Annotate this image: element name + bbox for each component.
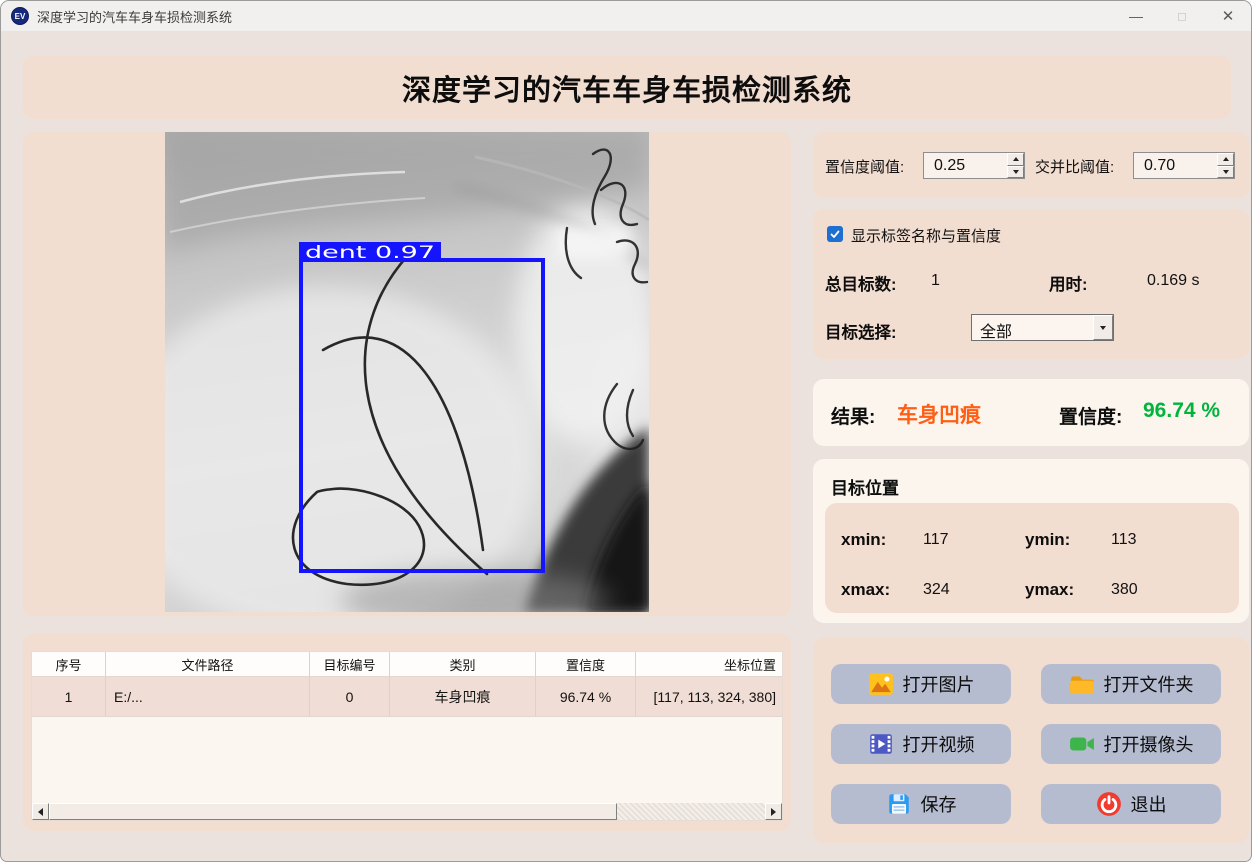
button-label: 退出: [1130, 795, 1167, 815]
xmin-value: 117: [923, 531, 949, 548]
ymax-label: ymax:: [1025, 580, 1075, 599]
app-window: EV 深度学习的汽车车身车损检测系统 — ◻ ✕ 深度学习的汽车车身车损检测系统: [0, 0, 1252, 862]
page-title: 深度学习的汽车车身车损检测系统: [401, 74, 852, 107]
scrollbar-track[interactable]: [49, 803, 765, 820]
detection-label: dent 0.97: [305, 243, 435, 263]
iou-threshold-value[interactable]: 0.70: [1134, 153, 1217, 178]
minimize-button[interactable]: —: [1113, 1, 1159, 31]
cell-index[interactable]: 1: [32, 677, 106, 716]
close-button[interactable]: ✕: [1205, 1, 1251, 31]
target-position-title: 目标位置: [831, 479, 899, 498]
spin-down-icon[interactable]: [1007, 165, 1024, 178]
cell-coordinates[interactable]: [117, 113, 324, 380]: [636, 677, 782, 716]
table-header-index[interactable]: 序号: [32, 652, 106, 676]
horizontal-scrollbar[interactable]: [32, 803, 782, 820]
save-button[interactable]: 保存: [831, 784, 1011, 824]
window-title: 深度学习的汽车车身车损检测系统: [37, 9, 233, 25]
camera-icon: [1069, 737, 1094, 751]
ymin-label: ymin:: [1025, 530, 1071, 549]
button-label: 保存: [920, 795, 957, 815]
action-buttons-panel: 打开图片 打开文件夹 打开视频 打开摄像头 保存 退出: [813, 638, 1249, 843]
button-label: 打开文件夹: [1103, 675, 1194, 695]
scrollbar-thumb[interactable]: [49, 803, 617, 820]
scroll-left-icon[interactable]: [32, 803, 49, 820]
table-row[interactable]: 1 E:/... 0 车身凹痕 96.74 % [117, 113, 324, …: [32, 677, 782, 717]
button-label: 打开图片: [902, 675, 975, 695]
chevron-down-icon[interactable]: [1093, 315, 1113, 340]
total-targets-value: 1: [931, 272, 940, 289]
open-image-button[interactable]: 打开图片: [831, 664, 1011, 704]
table-header-confidence[interactable]: 置信度: [536, 652, 636, 676]
spin-up-icon[interactable]: [1217, 153, 1234, 166]
target-select-dropdown[interactable]: 全部: [971, 314, 1114, 341]
cell-category[interactable]: 车身凹痕: [390, 677, 536, 716]
app-icon-text: EV: [14, 11, 26, 21]
checkmark-icon: [830, 230, 840, 238]
confidence-threshold-label: 置信度阈值:: [825, 159, 905, 176]
button-label: 打开摄像头: [1103, 735, 1194, 755]
confidence-threshold-spinbox[interactable]: 0.25: [923, 152, 1025, 179]
xmax-label: xmax:: [841, 580, 891, 599]
exit-button[interactable]: 退出: [1041, 784, 1221, 824]
target-position-box: xmin: 117 ymin: 113 xmax: 324 ymax: 380: [825, 503, 1239, 613]
target-select-label: 目标选择:: [825, 324, 897, 342]
xmin-label: xmin:: [841, 530, 887, 549]
save-icon: [888, 794, 909, 814]
table-empty-area: [32, 717, 782, 803]
detection-image: dent 0.97: [165, 132, 649, 612]
cell-confidence[interactable]: 96.74 %: [536, 677, 636, 716]
cell-target-id[interactable]: 0: [310, 677, 390, 716]
threshold-panel: 置信度阈值: 0.25 交并比阈值: 0.70: [813, 132, 1249, 198]
show-labels-checkbox-label[interactable]: 显示标签名称与置信度: [851, 225, 1001, 246]
image-viewer-panel: dent 0.97: [23, 132, 791, 616]
table-header-coordinates[interactable]: 坐标位置: [636, 652, 782, 676]
total-targets-label: 总目标数:: [825, 276, 897, 294]
ymax-value: 380: [1111, 581, 1138, 598]
result-panel: 结果: 车身凹痕 置信度: 96.74 %: [813, 379, 1249, 446]
open-folder-button[interactable]: 打开文件夹: [1041, 664, 1221, 704]
elapsed-time-value: 0.169 s: [1147, 272, 1200, 289]
spin-up-icon[interactable]: [1007, 153, 1024, 166]
header-panel: 深度学习的汽车车身车损检测系统: [23, 56, 1231, 119]
results-table-panel: 序号 文件路径 目标编号 类别 置信度 坐标位置 1 E:/... 0 车身凹痕…: [23, 633, 791, 831]
result-value: 车身凹痕: [897, 404, 981, 427]
table-header-row: 序号 文件路径 目标编号 类别 置信度 坐标位置: [32, 652, 782, 677]
maximize-button[interactable]: ◻: [1159, 1, 1205, 31]
table-header-filepath[interactable]: 文件路径: [106, 652, 310, 676]
target-select-value[interactable]: 全部: [972, 315, 1093, 341]
result-confidence-label: 置信度:: [1059, 407, 1123, 428]
open-video-button[interactable]: 打开视频: [831, 724, 1011, 764]
scroll-right-icon[interactable]: [765, 803, 782, 820]
iou-threshold-spinbox[interactable]: 0.70: [1133, 152, 1235, 179]
table-header-target-id[interactable]: 目标编号: [310, 652, 390, 676]
elapsed-time-label: 用时:: [1049, 276, 1088, 294]
results-table: 序号 文件路径 目标编号 类别 置信度 坐标位置 1 E:/... 0 车身凹痕…: [31, 651, 783, 821]
settings-panel: 显示标签名称与置信度 总目标数: 1 用时: 0.169 s 目标选择: 全部: [813, 209, 1249, 359]
open-camera-button[interactable]: 打开摄像头: [1041, 724, 1221, 764]
target-position-panel: 目标位置 xmin: 117 ymin: 113 xmax: 324 ymax:…: [813, 459, 1249, 623]
confidence-threshold-value[interactable]: 0.25: [924, 153, 1007, 178]
result-confidence-value: 96.74 %: [1143, 399, 1221, 422]
image-icon: [868, 673, 893, 695]
show-labels-checkbox[interactable]: [827, 226, 843, 242]
result-label: 结果:: [831, 407, 876, 428]
app-icon: EV: [11, 7, 29, 25]
xmax-value: 324: [923, 581, 950, 598]
spin-down-icon[interactable]: [1217, 165, 1234, 178]
power-icon: [1096, 792, 1121, 816]
ymin-value: 113: [1111, 531, 1137, 548]
cell-filepath[interactable]: E:/...: [106, 677, 310, 716]
button-label: 打开视频: [902, 735, 975, 755]
table-header-category[interactable]: 类别: [390, 652, 536, 676]
titlebar: EV 深度学习的汽车车身车损检测系统 — ◻ ✕: [1, 1, 1251, 31]
iou-threshold-label: 交并比阈值:: [1035, 159, 1115, 176]
video-icon: [869, 734, 892, 754]
folder-icon: [1069, 676, 1094, 694]
